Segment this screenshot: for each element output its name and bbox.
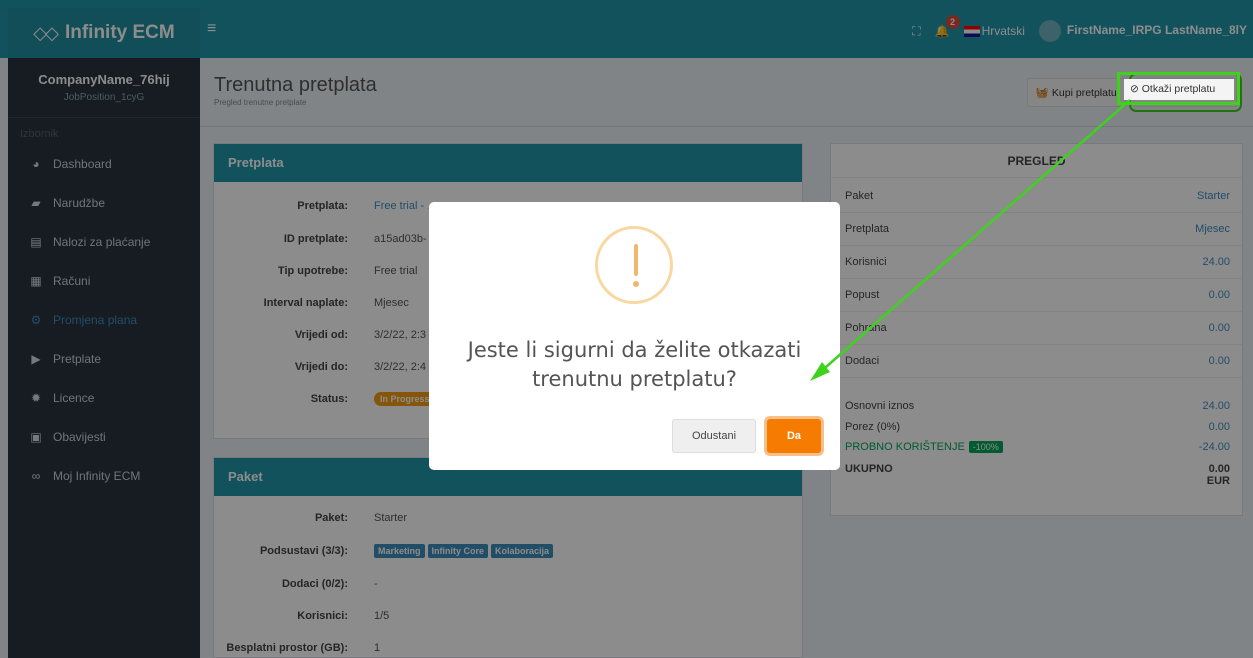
- arrow-line: [817, 99, 1131, 375]
- annotation-arrow: [810, 99, 1131, 381]
